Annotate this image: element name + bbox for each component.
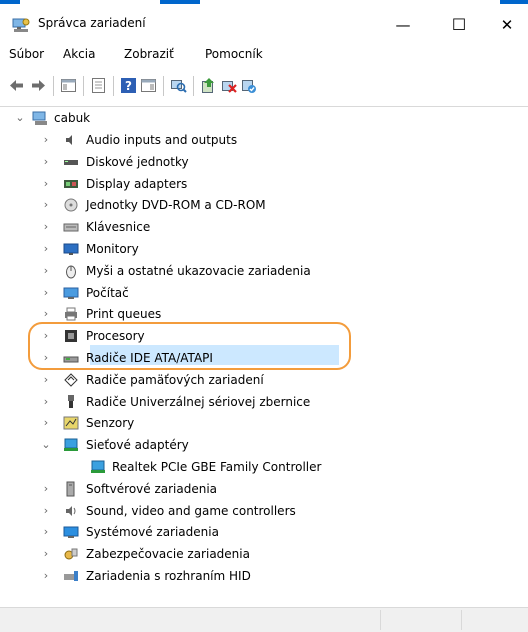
tree-category-label: Softvérové zariadenia: [86, 482, 218, 496]
software-device-icon: [63, 481, 79, 497]
maximize-button[interactable]: ☐: [436, 8, 482, 42]
mouse-icon: [63, 263, 79, 279]
back-arrow-icon[interactable]: [8, 77, 25, 94]
expand-chevron-icon[interactable]: ⌄: [40, 434, 52, 456]
tree-category-label: Display adapters: [86, 177, 188, 191]
tree-category-label: Sound, video and game controllers: [86, 504, 296, 518]
tree-category-label: Senzory: [86, 416, 135, 430]
toolbar-separator: [53, 76, 54, 96]
tree-category-label: Audio inputs and outputs: [86, 133, 238, 147]
collapsed-chevron-icon[interactable]: ›: [40, 194, 52, 216]
tree-category-label: Radiče pamäťových zariadení: [86, 373, 264, 387]
tree-category-label: Sieťové adaptéry: [86, 438, 189, 452]
expand-chevron-icon[interactable]: ⌄: [14, 107, 26, 129]
dvd-drive-icon: [63, 197, 79, 213]
window-title: Správca zariadení: [38, 16, 146, 30]
tree-category-label: Monitory: [86, 242, 139, 256]
collapsed-chevron-icon[interactable]: ›: [40, 173, 52, 195]
system-device-icon: [63, 524, 79, 540]
collapsed-chevron-icon[interactable]: ›: [40, 521, 52, 543]
collapsed-chevron-icon[interactable]: ›: [40, 216, 52, 238]
tree-category-label: Myši a ostatné ukazovacie zariadenia: [86, 264, 311, 278]
tree-category-label: Počítač: [86, 286, 129, 300]
toolbar-separator: [193, 76, 194, 96]
show-hide-console-tree-icon[interactable]: [60, 77, 77, 94]
collapsed-chevron-icon[interactable]: ›: [40, 151, 52, 173]
scan-hardware-changes-icon[interactable]: [170, 77, 187, 94]
tree-category-label: Klávesnice: [86, 220, 151, 234]
device-manager-icon: [12, 17, 30, 33]
collapsed-chevron-icon[interactable]: ›: [40, 260, 52, 282]
menu-subor[interactable]: Súbor: [9, 47, 44, 61]
toolbar-separator: [163, 76, 164, 96]
display-adapter-icon: [63, 176, 79, 192]
collapsed-chevron-icon[interactable]: ›: [40, 369, 52, 391]
collapsed-chevron-icon[interactable]: ›: [40, 565, 52, 587]
show-action-pane-icon[interactable]: [140, 77, 157, 94]
collapsed-chevron-icon[interactable]: ›: [40, 412, 52, 434]
collapsed-chevron-icon[interactable]: ›: [40, 543, 52, 565]
uninstall-device-icon[interactable]: [220, 77, 237, 94]
tree-category-label: Zabezpečovacie zariadenia: [86, 547, 250, 561]
tree-category-label: Zariadenia s rozhraním HID: [86, 569, 251, 583]
title-bar: Správca zariadení — ☐ ✕: [0, 4, 528, 42]
minimize-button[interactable]: —: [380, 8, 426, 42]
svg-text:?: ?: [125, 79, 132, 93]
annotation-ring: [28, 322, 351, 370]
status-cell: [0, 610, 381, 630]
hid-icon: [63, 568, 79, 584]
menu-zobrazit[interactable]: Zobraziť: [124, 47, 174, 61]
security-key-icon: [63, 546, 79, 562]
status-cell: [381, 610, 462, 630]
speaker-icon: [63, 132, 79, 148]
collapsed-chevron-icon[interactable]: ›: [40, 238, 52, 260]
tree-root-label: cabuk: [54, 111, 91, 125]
close-button[interactable]: ✕: [484, 8, 528, 42]
monitor-icon: [63, 241, 79, 257]
disk-drive-icon: [63, 154, 79, 170]
storage-controller-icon: [63, 372, 79, 388]
usb-icon: [63, 394, 79, 410]
sensor-icon: [63, 415, 79, 431]
tree-category-label: Systémové zariadenia: [86, 525, 219, 539]
collapsed-chevron-icon[interactable]: ›: [40, 391, 52, 413]
sound-icon: [63, 503, 79, 519]
toolbar: ?: [0, 66, 528, 107]
toolbar-separator: [83, 76, 84, 96]
network-adapter-icon: [90, 459, 106, 475]
tree-category-label: Diskové jednotky: [86, 155, 189, 169]
collapsed-chevron-icon[interactable]: ›: [40, 478, 52, 500]
properties-icon[interactable]: [90, 77, 107, 94]
status-bar: [0, 607, 528, 632]
toolbar-separator: [113, 76, 114, 96]
enable-device-icon[interactable]: [240, 77, 257, 94]
collapsed-chevron-icon[interactable]: ›: [40, 282, 52, 304]
collapsed-chevron-icon[interactable]: ›: [40, 500, 52, 522]
menu-akcia[interactable]: Akcia: [63, 47, 95, 61]
collapsed-chevron-icon[interactable]: ›: [40, 129, 52, 151]
menu-bar: Súbor Akcia Zobraziť Pomocník: [0, 42, 528, 66]
help-icon[interactable]: ?: [120, 77, 137, 94]
computer-root-icon: [32, 110, 48, 126]
tree-category-label: Radiče Univerzálnej sériovej zbernice: [86, 395, 311, 409]
printer-icon: [63, 306, 79, 322]
tree-device-label: Realtek PCIe GBE Family Controller: [112, 460, 322, 474]
network-adapter-icon: [63, 437, 79, 453]
forward-arrow-icon[interactable]: [30, 77, 47, 94]
computer-icon: [63, 285, 79, 301]
keyboard-icon: [63, 219, 79, 235]
tree-category-label: Jednotky DVD-ROM a CD-ROM: [86, 198, 266, 212]
update-driver-icon[interactable]: [200, 77, 217, 94]
menu-pomocnik[interactable]: Pomocník: [205, 47, 263, 61]
